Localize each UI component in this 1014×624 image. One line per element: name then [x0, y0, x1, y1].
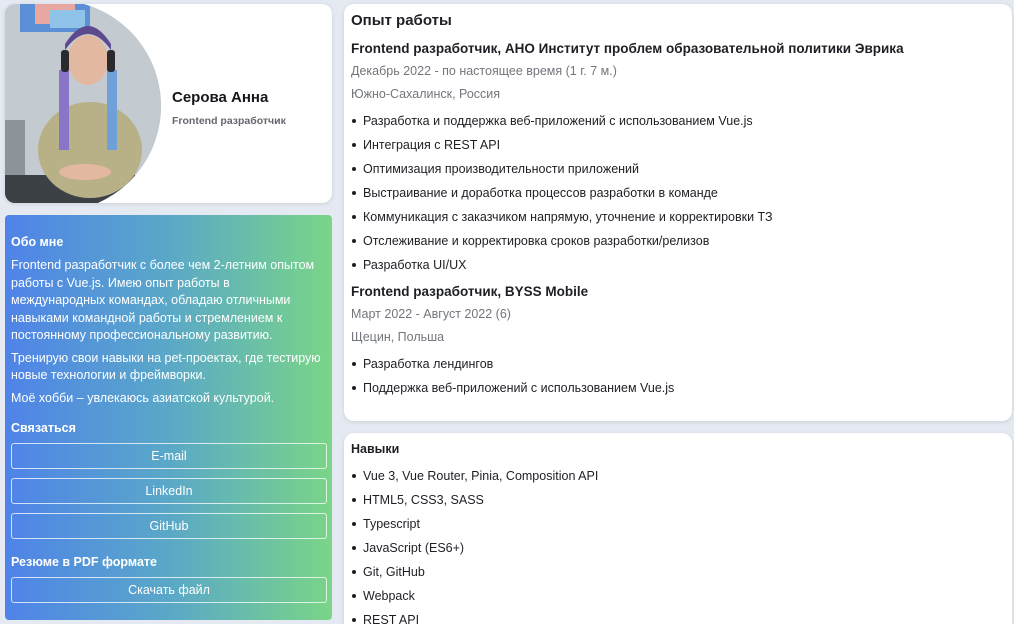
job-period: Декабрь 2022 - по настоящее время (1 г. … — [351, 64, 617, 78]
skills-list: Vue 3, Vue Router, Pinia, Composition AP… — [351, 469, 1005, 624]
list-item: Vue 3, Vue Router, Pinia, Composition AP… — [351, 469, 1005, 483]
list-item: Typescript — [351, 517, 1005, 531]
linkedin-button[interactable]: LinkedIn — [11, 478, 327, 504]
job-duties-list: Разработка лендингов Поддержка веб-прило… — [351, 357, 1005, 395]
list-item: HTML5, CSS3, SASS — [351, 493, 1005, 507]
pdf-title: Резюме в PDF формате — [11, 555, 157, 569]
experience-heading: Опыт работы — [351, 12, 452, 29]
list-item: Git, GitHub — [351, 565, 1005, 579]
list-item: JavaScript (ES6+) — [351, 541, 1005, 555]
job-title: Frontend разработчик, АНО Институт пробл… — [351, 41, 904, 56]
skills-section: Навыки Vue 3, Vue Router, Pinia, Composi… — [344, 433, 1012, 624]
job-location: Южно-Сахалинск, Россия — [351, 87, 501, 101]
list-item: Интеграция с REST API — [351, 138, 1005, 152]
list-item: Webpack — [351, 589, 1005, 603]
about-title: Обо мне — [11, 235, 64, 249]
profile-name: Серова Анна — [172, 89, 269, 106]
sidebar: Обо мне Frontend разработчик с более чем… — [5, 215, 332, 620]
email-button[interactable]: E-mail — [11, 443, 327, 469]
list-item: Коммуникация с заказчиком напрямую, уточ… — [351, 210, 1005, 224]
list-item: Разработка лендингов — [351, 357, 1005, 371]
profile-card: Серова Анна Frontend разработчик — [5, 4, 332, 203]
contact-title: Связаться — [11, 421, 76, 435]
job-period: Март 2022 - Август 2022 (6) — [351, 307, 511, 321]
list-item: Отслеживание и корректировка сроков разр… — [351, 234, 1005, 248]
github-button[interactable]: GitHub — [11, 513, 327, 539]
profile-photo — [5, 4, 161, 203]
download-button[interactable]: Скачать файл — [11, 577, 327, 603]
experience-section: Опыт работы Frontend разработчик, АНО Ин… — [344, 4, 1012, 421]
profile-role: Frontend разработчик — [172, 115, 286, 127]
about-paragraph: Моё хобби – увлекаюсь азиатской культуро… — [11, 390, 275, 405]
skills-heading: Навыки — [351, 442, 400, 456]
job-title: Frontend разработчик, BYSS Mobile — [351, 284, 589, 299]
list-item: Выстраивание и доработка процессов разра… — [351, 186, 1005, 200]
about-paragraph: Frontend разработчик с более чем 2-летни… — [11, 258, 315, 342]
list-item: REST API — [351, 613, 1005, 624]
job-duties-list: Разработка и поддержка веб-приложений с … — [351, 114, 1005, 272]
list-item: Разработка UI/UX — [351, 258, 1005, 272]
list-item: Оптимизация производительности приложени… — [351, 162, 1005, 176]
about-paragraph: Тренирую свои навыки на pet-проектах, гд… — [11, 350, 321, 383]
list-item: Разработка и поддержка веб-приложений с … — [351, 114, 1005, 128]
job-location: Щецин, Польша — [351, 330, 445, 344]
list-item: Поддержка веб-приложений с использование… — [351, 381, 1005, 395]
